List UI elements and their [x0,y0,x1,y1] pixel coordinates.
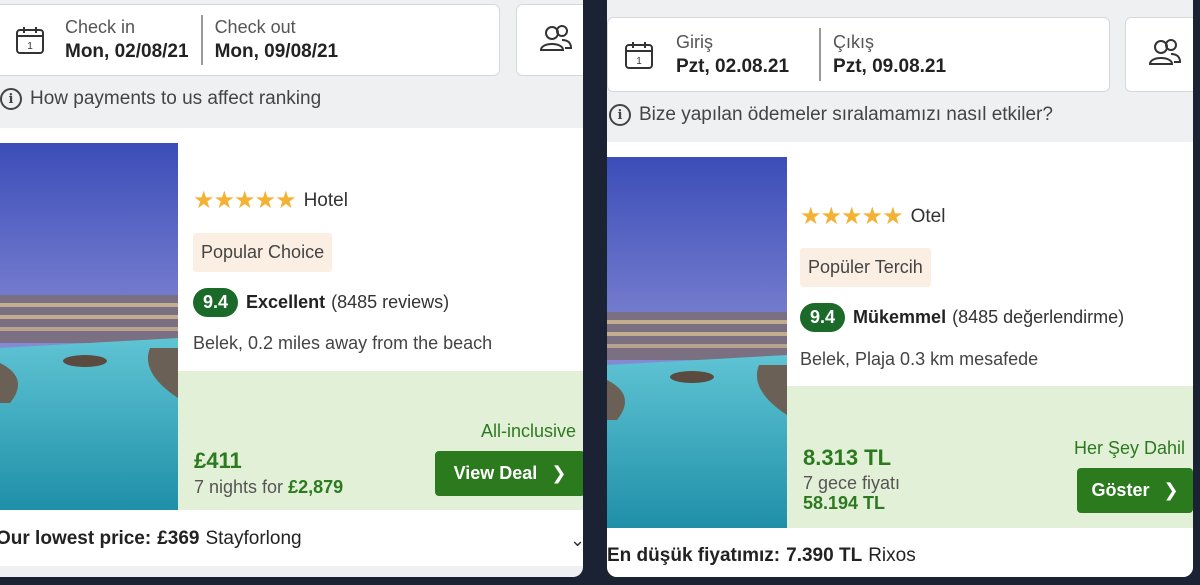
divider [200,15,203,65]
calendar-icon: 1 [624,40,654,70]
guests-button[interactable] [516,4,583,76]
nights-text: 7 nights for [194,477,284,497]
rating-stars-row: ★★★★★ Otel [800,202,945,231]
date-picker[interactable]: 1 Check in Mon, 02/08/21 Check out Mon, … [0,4,500,76]
view-deal-label: View Deal [453,463,538,483]
lowest-price-row[interactable]: En düşük fiyatımız: 7.390 TL Rixos [607,545,916,567]
chevron-right-icon: ❯ [551,463,567,483]
guests-icon [1147,37,1183,72]
check-in-field[interactable]: Giriş Pzt, 02.08.21 [676,32,789,78]
nights-text: 7 gece fiyatı [803,473,901,493]
nightly-price: 8.313 TL [803,445,892,470]
svg-text:1: 1 [636,56,642,67]
show-deal-label: Göster [1091,480,1150,500]
check-out-label: Check out [214,17,296,37]
total-price-line: 58.194 TL [803,493,885,514]
star-icons: ★★★★★ [800,203,904,230]
payment-ranking-info[interactable]: i How payments to us affect ranking [0,88,321,110]
lowest-price-provider: Stayforlong [205,528,302,549]
total-price: £2,879 [288,477,344,497]
total-price: 58.194 TL [803,493,886,513]
payment-ranking-text: Bize yapılan ödemeler sıralamamızı nasıl… [639,104,1053,125]
hotel-location: Belek, 0.2 miles away from the beach [193,333,493,353]
total-price-line: 7 nights for £2,879 [194,477,343,498]
property-type: Hotel [303,189,348,211]
divider [819,28,822,81]
check-in-value: Mon, 02/08/21 [65,41,189,62]
check-out-label: Çıkış [833,31,875,52]
calendar-icon: 1 [15,25,45,55]
hotel-photo[interactable] [0,143,178,510]
lowest-price-row[interactable]: Our lowest price: £369 Stayforlong [0,528,302,550]
chevron-right-icon: ❯ [1163,480,1179,500]
review-count: (8485 reviews) [331,292,450,312]
rating-label: Excellent [246,292,326,312]
lowest-price-value: 7.390 TL [786,545,863,566]
review-count: (8485 değerlendirme) [952,307,1125,327]
results-panel-english: 1 Check in Mon, 02/08/21 Check out Mon, … [0,0,583,577]
show-deal-button[interactable]: Göster ❯ [1077,468,1193,513]
popular-badge: Popular Choice [193,233,333,272]
rating-label: Mükemmel [853,307,947,327]
payment-ranking-text: How payments to us affect ranking [30,88,322,109]
score-badge: 9.4 [800,303,846,332]
star-icons: ★★★★★ [193,187,297,214]
popular-badge: Popüler Tercih [800,248,931,287]
lowest-price-label: En düşük fiyatımız: [607,545,781,566]
deal-section: All-inclusive £411 7 nights for £2,879 V… [178,371,583,510]
results-panel-turkish: 1 Giriş Pzt, 02.08.21 Çıkış Pzt, 09.08.2… [607,0,1193,577]
hotel-card[interactable]: ★★★★★ Hotel Popular Choice 9.4 Excellent… [0,128,583,566]
deal-section: Her Şey Dahil 8.313 TL 7 gece fiyatı 58.… [787,386,1193,528]
check-out-field[interactable]: Check out Mon, 09/08/21 [215,17,339,63]
check-in-label: Check in [65,17,136,37]
svg-text:1: 1 [27,41,33,52]
payment-ranking-info[interactable]: i Bize yapılan ödemeler sıralamamızı nas… [609,104,1053,126]
hotel-card[interactable]: ★★★★★ Otel Popüler Tercih 9.4 Mükemmel (… [607,142,1193,577]
info-icon: i [609,104,631,126]
review-rating[interactable]: 9.4 Mükemmel (8485 değerlendirme) [800,303,1124,332]
lowest-price-provider: Rixos [868,545,916,566]
lowest-price-label: Our lowest price: [0,528,152,549]
chevron-down-icon[interactable]: ⌄ [570,530,583,551]
score-badge: 9.4 [193,288,239,317]
guests-button[interactable] [1125,17,1193,92]
guests-icon [538,23,574,58]
view-deal-button[interactable]: View Deal ❯ [435,451,583,496]
lowest-price-value: £369 [157,528,200,549]
nightly-price: £411 [194,448,242,473]
check-in-field[interactable]: Check in Mon, 02/08/21 [65,17,189,63]
hotel-photo[interactable] [607,157,787,528]
date-picker[interactable]: 1 Giriş Pzt, 02.08.21 Çıkış Pzt, 09.08.2… [607,17,1110,92]
info-icon: i [0,88,22,110]
board-type: All-inclusive [481,421,577,441]
check-in-label: Giriş [676,31,713,52]
check-in-value: Pzt, 02.08.21 [676,55,790,77]
rating-stars-row: ★★★★★ Hotel [193,186,348,215]
property-type: Otel [910,205,946,227]
board-type: Her Şey Dahil [1074,438,1186,458]
check-out-value: Mon, 09/08/21 [214,41,339,62]
check-out-value: Pzt, 09.08.21 [833,55,947,77]
check-out-field[interactable]: Çıkış Pzt, 09.08.21 [833,32,946,78]
review-rating[interactable]: 9.4 Excellent (8485 reviews) [193,288,449,317]
hotel-location: Belek, Plaja 0.3 km mesafede [800,349,1039,369]
